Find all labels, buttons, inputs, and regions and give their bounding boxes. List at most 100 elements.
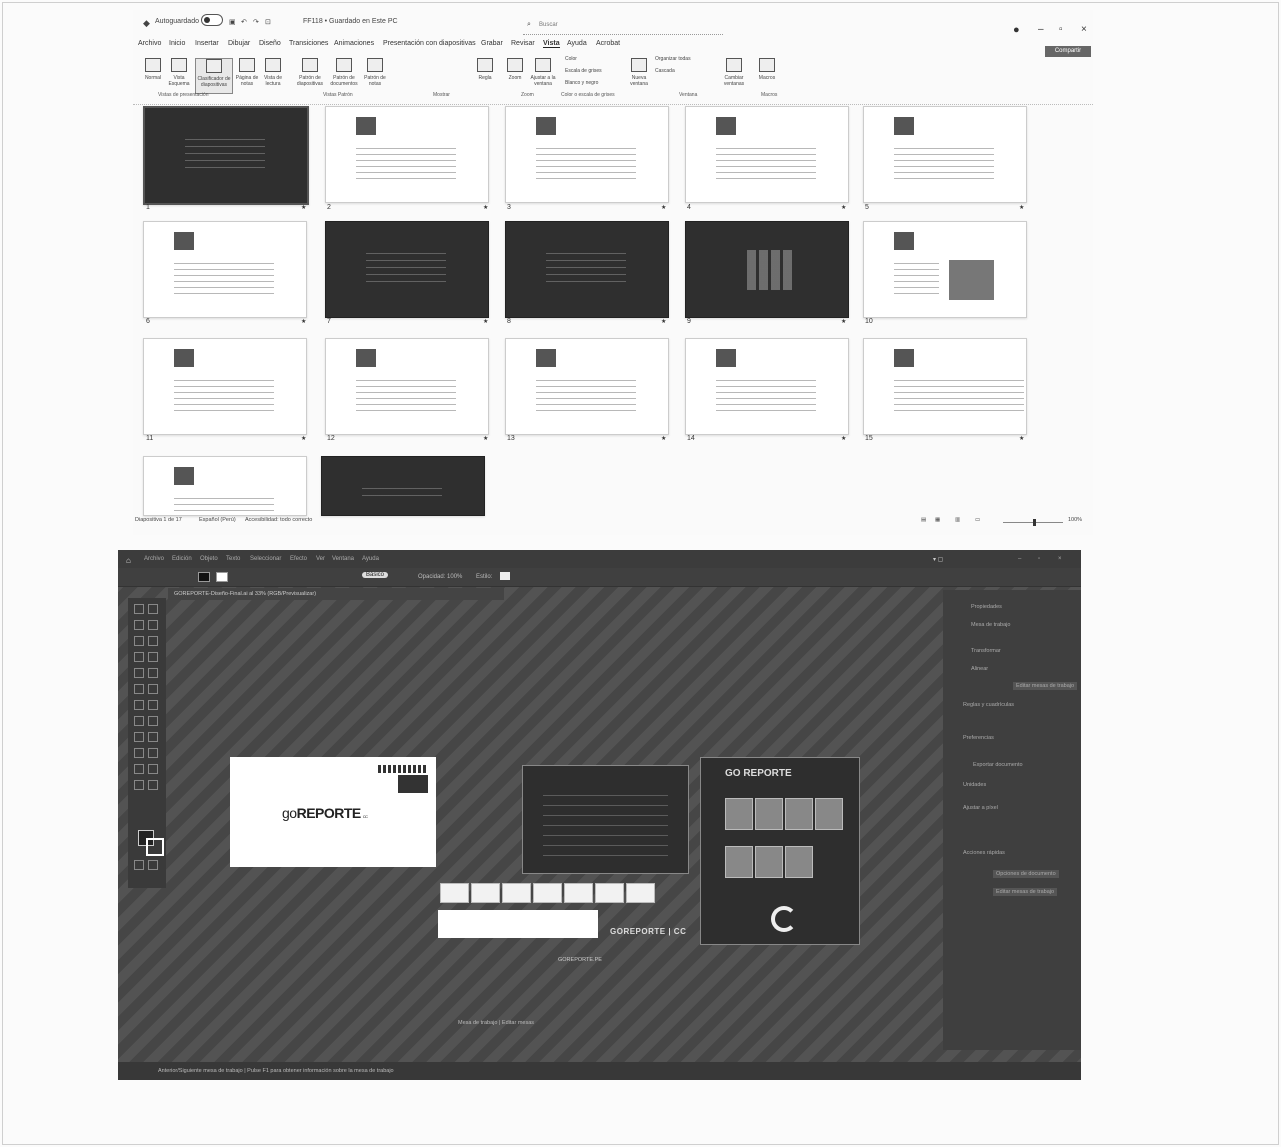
normal-view-icon[interactable]: ▤ xyxy=(921,517,926,523)
slide-thumbnail[interactable] xyxy=(505,221,669,318)
workspace-switcher[interactable]: ▾ ▢ xyxy=(933,556,943,563)
minimize-icon[interactable]: – xyxy=(1038,24,1044,35)
panel-item[interactable]: Ajustar a píxel xyxy=(963,805,998,811)
tab-diseno[interactable]: Diseño xyxy=(259,40,281,47)
rotate-tool-icon[interactable] xyxy=(134,700,144,710)
switch-windows-button[interactable]: Cambiar ventanas xyxy=(719,58,749,92)
panel-item[interactable]: Unidades xyxy=(963,782,986,788)
drawing-mode-icon[interactable] xyxy=(134,860,144,870)
menu-ayuda[interactable]: Ayuda xyxy=(362,556,379,562)
shape-builder-tool-icon[interactable] xyxy=(134,732,144,742)
curvature-tool-icon[interactable] xyxy=(148,636,158,646)
close-icon[interactable]: × xyxy=(1058,556,1062,562)
style-swatch[interactable] xyxy=(500,572,510,580)
blend-tool-icon[interactable] xyxy=(148,748,158,758)
slide-thumbnail[interactable] xyxy=(143,456,307,516)
opacity-control[interactable]: Opacidad: 100% xyxy=(418,574,462,580)
tab-animaciones[interactable]: Animaciones xyxy=(334,40,374,47)
slide-thumbnail[interactable] xyxy=(143,221,307,318)
panel-item[interactable]: Acciones rápidas xyxy=(963,850,1005,856)
slide-master-button[interactable]: Patrón de diapositivas xyxy=(295,58,325,92)
notes-master-button[interactable]: Patrón de notas xyxy=(363,58,387,92)
slide-thumbnail[interactable] xyxy=(143,338,307,435)
zoom-percent[interactable]: 100% xyxy=(1068,517,1082,523)
tab-presentacion[interactable]: Presentación con diapositivas xyxy=(383,40,476,47)
menu-seleccionar[interactable]: Seleccionar xyxy=(250,556,281,562)
pen-tool-icon[interactable] xyxy=(134,636,144,646)
slide-thumbnail[interactable] xyxy=(321,456,485,516)
slide-thumbnail[interactable] xyxy=(143,106,309,205)
stroke-swatch[interactable] xyxy=(216,572,228,582)
redo-icon[interactable]: ↷ xyxy=(253,18,259,26)
eraser-tool-icon[interactable] xyxy=(148,684,158,694)
slide-sorter-icon[interactable]: ▦ xyxy=(935,517,940,523)
slide-thumbnail[interactable] xyxy=(505,106,669,203)
slideshow-icon[interactable]: ▭ xyxy=(975,517,980,523)
panel-item[interactable]: Transformar xyxy=(971,648,1001,654)
slice-tool-icon[interactable] xyxy=(148,764,158,774)
eyedropper-tool-icon[interactable] xyxy=(134,748,144,758)
minimize-icon[interactable]: – xyxy=(1018,556,1021,562)
zoom-button[interactable]: Zoom xyxy=(503,58,527,92)
fit-window-button[interactable]: Ajustar a la ventana xyxy=(529,58,557,92)
panel-item[interactable]: Propiedades xyxy=(971,604,1002,610)
screen-mode-icon[interactable] xyxy=(148,860,158,870)
search-box[interactable]: ⌕ Buscar xyxy=(523,20,723,35)
zoom-slider[interactable] xyxy=(1003,519,1063,526)
slide-thumbnail[interactable] xyxy=(325,106,489,203)
artboard-banner[interactable] xyxy=(438,910,598,938)
edit-artboards-quick-button[interactable]: Editar mesas de trabajo xyxy=(993,888,1058,896)
artboard-poster[interactable]: GO REPORTE xyxy=(700,757,860,945)
icon-tile[interactable] xyxy=(595,883,624,903)
rectangle-tool-icon[interactable] xyxy=(134,668,144,678)
reading-view-icon[interactable]: ▥ xyxy=(955,517,960,523)
document-tab[interactable]: GOREPORTE-Diseño-Final.ai al 33% (RGB/Pr… xyxy=(168,588,504,600)
edit-artboards-button[interactable]: Editar mesas de trabajo xyxy=(1013,682,1078,690)
tab-revisar[interactable]: Revisar xyxy=(511,40,535,47)
tab-vista[interactable]: Vista xyxy=(543,40,560,48)
magic-wand-tool-icon[interactable] xyxy=(134,620,144,630)
undo-icon[interactable]: ↶ xyxy=(241,18,247,26)
tab-archivo[interactable]: Archivo xyxy=(138,40,161,47)
stroke-color-icon[interactable] xyxy=(146,838,164,856)
panel-item[interactable]: Preferencias xyxy=(963,735,994,741)
document-title[interactable]: FF118 • Guardado en Este PC xyxy=(303,18,398,25)
zoom-tool-icon[interactable] xyxy=(148,780,158,790)
menu-texto[interactable]: Texto xyxy=(226,556,240,562)
lasso-tool-icon[interactable] xyxy=(148,620,158,630)
restore-icon[interactable]: ▫ xyxy=(1059,24,1063,35)
menu-archivo[interactable]: Archivo xyxy=(144,556,164,562)
tab-grabar[interactable]: Grabar xyxy=(481,40,503,47)
restore-icon[interactable]: ▫ xyxy=(1038,556,1040,562)
icon-tile[interactable] xyxy=(533,883,562,903)
artboard-tool-icon[interactable] xyxy=(134,764,144,774)
tab-ayuda[interactable]: Ayuda xyxy=(567,40,587,47)
notes-page-button[interactable]: Página de notas xyxy=(235,58,259,92)
icon-tile[interactable] xyxy=(440,883,469,903)
slide-thumbnail[interactable] xyxy=(325,221,489,318)
arrange-all-button[interactable]: Organizar todas xyxy=(655,56,711,66)
outline-view-button[interactable]: Vista Esquema xyxy=(167,58,191,92)
panel-item[interactable]: Mesa de trabajo xyxy=(971,622,1010,628)
panel-item[interactable]: Alinear xyxy=(971,666,988,672)
normal-view-button[interactable]: Normal xyxy=(141,58,165,92)
menu-efecto[interactable]: Efecto xyxy=(290,556,307,562)
artboard-navigation[interactable]: Mesa de trabajo | Editar mesas xyxy=(458,1020,534,1026)
ruler-checkbox[interactable]: Regla xyxy=(473,58,497,92)
account-icon[interactable]: ● xyxy=(1013,24,1020,36)
accessibility-status[interactable]: Accesibilidad: todo correcto xyxy=(245,517,312,523)
language-status[interactable]: Español (Perú) xyxy=(199,517,236,523)
macros-button[interactable]: Macros xyxy=(755,58,779,92)
icon-tile[interactable] xyxy=(626,883,655,903)
save-icon[interactable]: ▣ xyxy=(229,18,236,26)
slide-thumbnail[interactable] xyxy=(685,106,849,203)
slide-sorter-button[interactable]: Clasificador de diapositivas xyxy=(195,58,233,94)
gradient-tool-icon[interactable] xyxy=(148,732,158,742)
menu-ventana[interactable]: Ventana xyxy=(332,556,354,562)
style-control[interactable]: Estilo: xyxy=(476,574,492,580)
slide-thumbnail[interactable] xyxy=(685,338,849,435)
menu-edicion[interactable]: Edición xyxy=(172,556,192,562)
color-button[interactable]: Color xyxy=(565,56,605,66)
present-icon[interactable]: ⊡ xyxy=(265,18,271,26)
width-tool-icon[interactable] xyxy=(134,716,144,726)
